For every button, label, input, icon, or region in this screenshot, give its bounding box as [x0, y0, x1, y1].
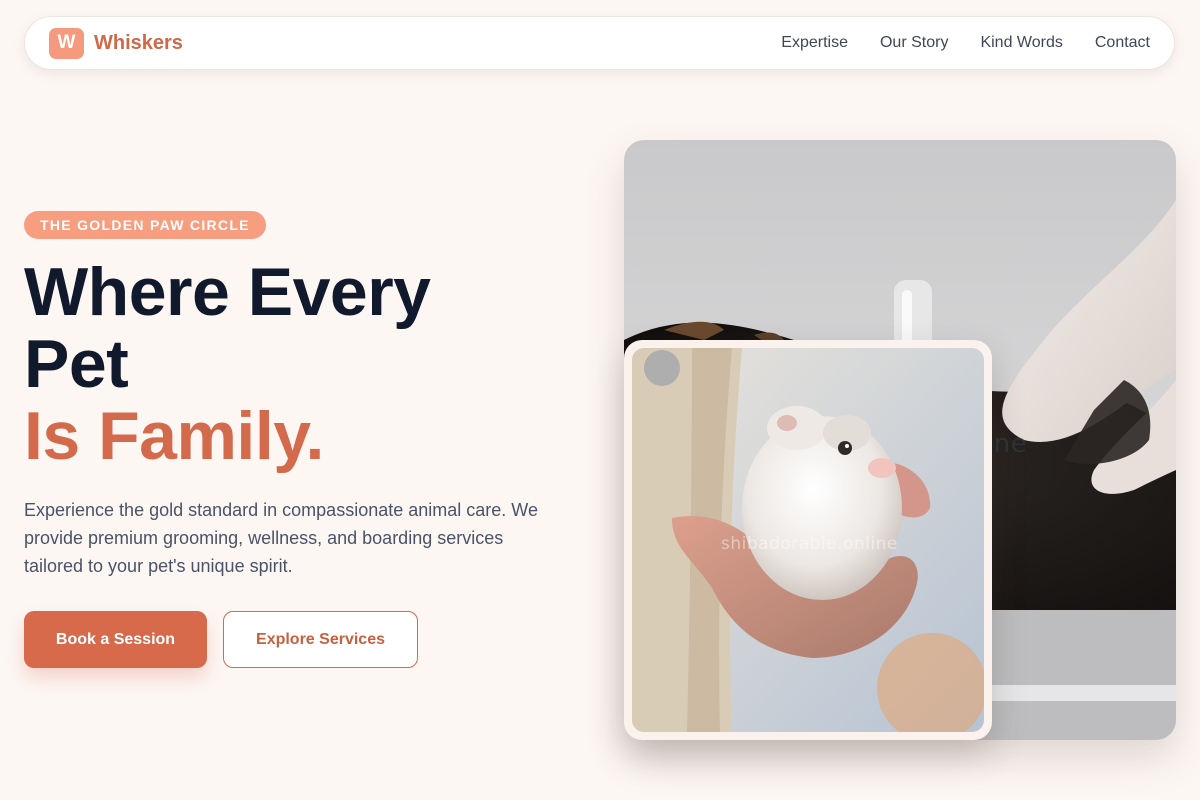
hero-badge: THE GOLDEN PAW CIRCLE: [24, 211, 266, 239]
top-nav: W Whiskers Expertise Our Story Kind Word…: [24, 16, 1175, 70]
brand-name: Whiskers: [94, 31, 183, 54]
headline-line-2: Pet: [24, 326, 129, 402]
headline-line-1: Where Every: [24, 254, 431, 330]
nav-links: Expertise Our Story Kind Words Contact: [781, 34, 1150, 52]
headline-accent: Is Family.: [24, 398, 324, 474]
nav-link-expertise[interactable]: Expertise: [781, 34, 848, 52]
nav-link-contact[interactable]: Contact: [1095, 34, 1150, 52]
logo-icon: W: [49, 27, 84, 59]
explore-services-button[interactable]: Explore Services: [223, 611, 418, 668]
watermark-main: ine: [986, 429, 1028, 459]
hero-description: Experience the gold standard in compassi…: [24, 500, 538, 576]
watermark-inset: shibadorable.online: [721, 534, 898, 554]
book-session-button[interactable]: Book a Session: [24, 611, 207, 668]
hero-headline: Where Every Pet Is Family.: [24, 254, 431, 474]
nav-link-kind-words[interactable]: Kind Words: [980, 34, 1062, 52]
nav-link-our-story[interactable]: Our Story: [880, 34, 948, 52]
brand-logo-link[interactable]: W Whiskers: [49, 27, 183, 59]
